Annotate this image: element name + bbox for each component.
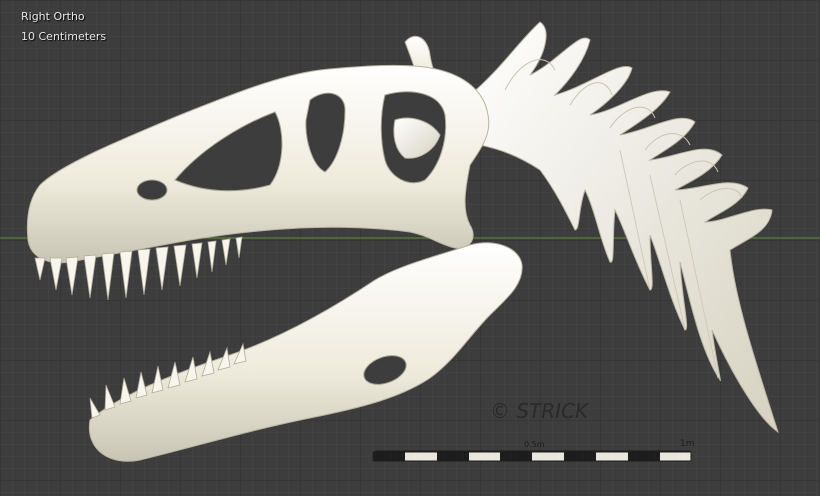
viewport-view-name: Right Ortho <box>21 10 85 23</box>
viewport-grid-units: 10 Centimeters <box>21 30 107 43</box>
scale-end-label: 1m <box>680 439 695 449</box>
3d-viewport-right-ortho[interactable]: © STRICK 0.5m 1m Right Ortho 10 Centimet… <box>0 0 820 496</box>
viewport-canvas[interactable]: © STRICK 0.5m 1m <box>0 0 820 496</box>
artist-signature: © STRICK <box>490 399 590 423</box>
maxillary-opening <box>136 179 168 201</box>
scale-mid-label: 0.5m <box>524 440 545 449</box>
